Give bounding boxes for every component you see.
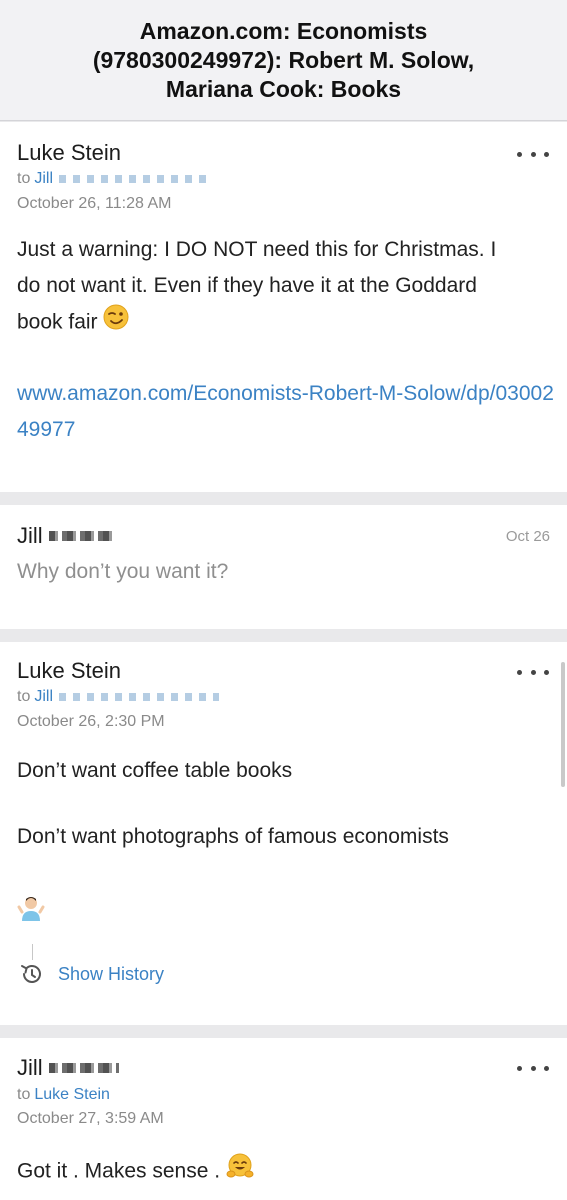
scrollbar-thumb[interactable] xyxy=(561,662,565,787)
redacted-surname xyxy=(59,693,220,701)
message-para-1: Don’t want coffee table books xyxy=(17,759,293,782)
more-options-button[interactable] xyxy=(517,665,549,679)
person-shrugging-icon xyxy=(17,894,45,927)
redacted-surname xyxy=(48,1063,119,1073)
message-card-1[interactable]: Luke Stein to Jill October 26, 11:28 AM … xyxy=(0,122,567,492)
message-date: October 26, 2:30 PM xyxy=(17,713,165,730)
history-clock-icon xyxy=(19,961,45,987)
sender-name: Jill xyxy=(17,1055,119,1081)
to-label: to xyxy=(17,688,31,705)
body-line-3: book fair xyxy=(17,304,547,342)
body-line-2: do not want it. Even if they have it at … xyxy=(17,274,477,297)
redacted-surname xyxy=(59,175,210,183)
more-options-button[interactable] xyxy=(517,147,549,161)
message-date-short: Oct 26 xyxy=(505,528,550,545)
to-label: to xyxy=(17,1086,31,1103)
body-line-1: Just a warning: I DO NOT need this for C… xyxy=(17,238,497,261)
to-label: to xyxy=(17,170,31,187)
sender-name: Luke Stein xyxy=(17,658,121,683)
header-bar: Amazon.com: Economists (9780300249972): … xyxy=(0,0,567,121)
winking-face-icon xyxy=(103,304,129,342)
recipient-link[interactable]: Luke Stein xyxy=(34,1086,110,1104)
redacted-surname xyxy=(48,531,115,541)
show-history-button[interactable]: Show History xyxy=(19,961,164,987)
message-date: October 26, 11:28 AM xyxy=(17,195,172,212)
message-card-3[interactable]: Luke Stein to Jill October 26, 2:30 PM D… xyxy=(0,642,567,1025)
message-date: October 27, 3:59 AM xyxy=(17,1110,164,1127)
history-connector xyxy=(32,944,33,960)
more-options-button[interactable] xyxy=(517,1061,549,1075)
recipient-link[interactable]: Jill xyxy=(34,688,53,706)
message-body: Got it . Makes sense . xyxy=(17,1152,547,1192)
message-body: Just a warning: I DO NOT need this for C… xyxy=(17,232,547,342)
recipient-line: to Luke Stein xyxy=(17,1086,110,1104)
sender-name: Luke Stein xyxy=(17,140,121,165)
message-card-2[interactable]: Jill Oct 26 Why don’t you want it? xyxy=(0,505,567,629)
page-title: Amazon.com: Economists (9780300249972): … xyxy=(92,17,475,102)
message-para-2: Don’t want photographs of famous economi… xyxy=(17,825,449,848)
recipient-line: to Jill xyxy=(17,170,210,188)
message-card-4[interactable]: Jill to Luke Stein October 27, 3:59 AM G… xyxy=(0,1038,567,1200)
sender-name: Jill xyxy=(17,523,115,549)
hugging-face-icon xyxy=(226,1152,254,1192)
recipient-link[interactable]: Jill xyxy=(34,170,53,188)
message-preview: Why don’t you want it? xyxy=(17,560,229,583)
show-history-label: Show History xyxy=(58,963,165,984)
recipient-line: to Jill xyxy=(17,688,220,706)
amazon-link[interactable]: www.amazon.com/Economists-Robert-M-Solow… xyxy=(17,376,557,448)
